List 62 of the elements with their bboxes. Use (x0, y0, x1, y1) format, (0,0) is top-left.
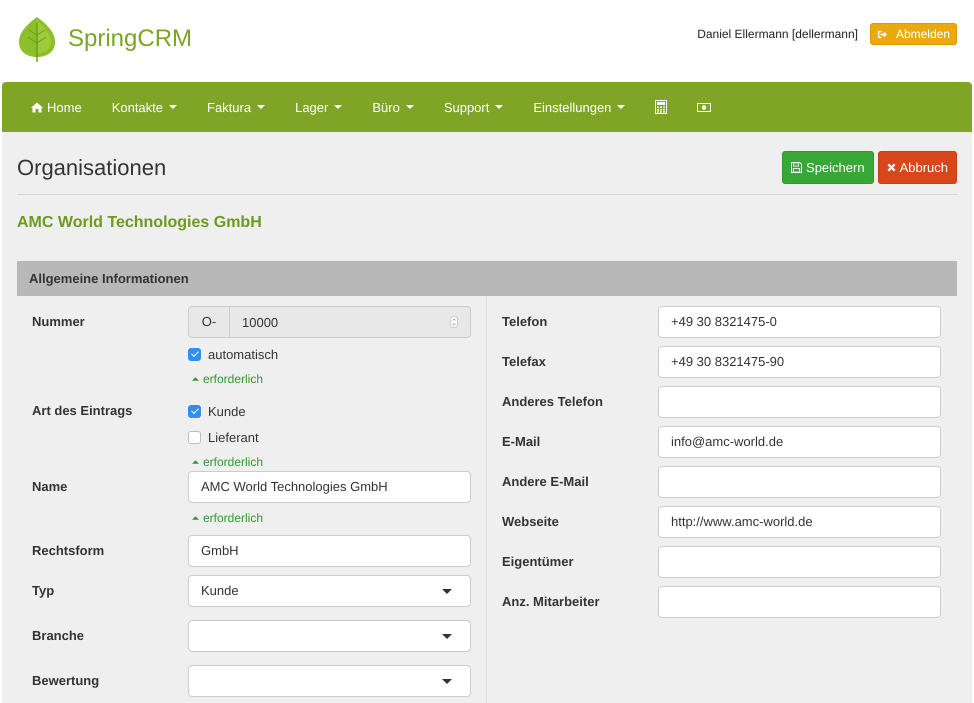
checkbox-label[interactable]: Lieferant (208, 430, 259, 444)
required-hint: erforderlich (203, 511, 264, 525)
required-hint: erforderlich (203, 455, 264, 469)
required-hint: erforderlich (203, 372, 264, 386)
caret-icon (617, 105, 626, 109)
field-label: Andere E-Mail (502, 473, 590, 491)
field-label: Branche (32, 627, 86, 645)
field-label: Art des Eintrags (32, 402, 134, 420)
checkbox-label[interactable]: Kunde (208, 404, 246, 418)
section-header: Allgemeine Informationen (17, 261, 957, 296)
field-label: Rechtsform (32, 542, 106, 560)
field-label: E-Mail (502, 433, 542, 451)
page-title: Organisationen (17, 154, 166, 180)
field-label: Bewertung (32, 672, 100, 690)
field-label: Telefax (502, 353, 547, 371)
text-field[interactable]: info@amc-world.de (658, 426, 941, 458)
text-field[interactable] (658, 466, 941, 498)
caret-icon (257, 105, 266, 109)
user-name: Daniel Ellermann [dellermann] (697, 27, 858, 41)
caret-icon (495, 105, 504, 109)
checkbox[interactable] (188, 430, 201, 444)
field-label: Anz. Mitarbeiter (502, 593, 601, 611)
checkbox-label[interactable]: automatisch (208, 346, 278, 362)
caret-up-icon (192, 377, 199, 381)
sign-out-icon (876, 28, 888, 40)
caret-icon (334, 105, 342, 109)
text-field[interactable]: GmbH (188, 535, 471, 567)
caret-up-icon (192, 516, 199, 520)
caret-icon (442, 588, 452, 594)
text-field[interactable] (658, 546, 941, 578)
field-label: Typ (32, 582, 56, 600)
leaf-icon (18, 15, 56, 63)
close-icon (886, 163, 896, 172)
text-field[interactable]: AMC World Technologies GmbH (188, 471, 471, 503)
prefix-label: O- (189, 307, 230, 337)
text-field[interactable]: http://www.amc-world.de (658, 506, 941, 538)
field-label: Name (32, 478, 68, 496)
select-field[interactable] (188, 620, 471, 652)
caret-up-icon (192, 460, 199, 464)
record-title: AMC World Technologies GmbH (17, 213, 263, 233)
checkbox[interactable] (188, 348, 201, 360)
text-field[interactable] (658, 586, 941, 618)
text-field[interactable]: +49 30 8321475-90 (658, 346, 941, 378)
select-field[interactable] (188, 665, 471, 697)
checkbox[interactable] (188, 404, 201, 418)
logo-text: SpringCRM (68, 25, 192, 53)
number-field[interactable]: O- 10000 (188, 306, 471, 338)
caret-icon (442, 678, 452, 684)
spinner-icon[interactable] (450, 316, 458, 328)
field-label: Anderes Telefon (502, 393, 604, 411)
field-label: Eigentümer (502, 553, 575, 571)
caret-icon (406, 105, 414, 109)
text-field[interactable] (658, 386, 941, 418)
cancel-button[interactable]: Abbruch (878, 151, 957, 184)
home-icon (31, 102, 43, 112)
text-field[interactable]: +49 30 8321475-0 (658, 306, 941, 338)
caret-icon (169, 105, 178, 109)
field-label: Nummer (32, 313, 86, 331)
field-label: Telefon (502, 313, 548, 331)
field-label: Webseite (502, 513, 560, 531)
caret-icon (442, 634, 452, 638)
select-field[interactable]: Kunde (188, 575, 471, 607)
